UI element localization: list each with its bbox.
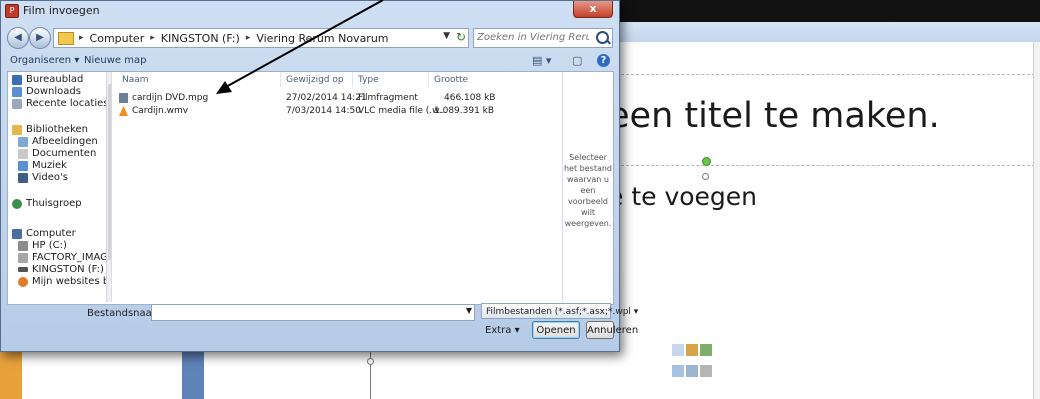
annotation-arrow xyxy=(216,0,384,94)
